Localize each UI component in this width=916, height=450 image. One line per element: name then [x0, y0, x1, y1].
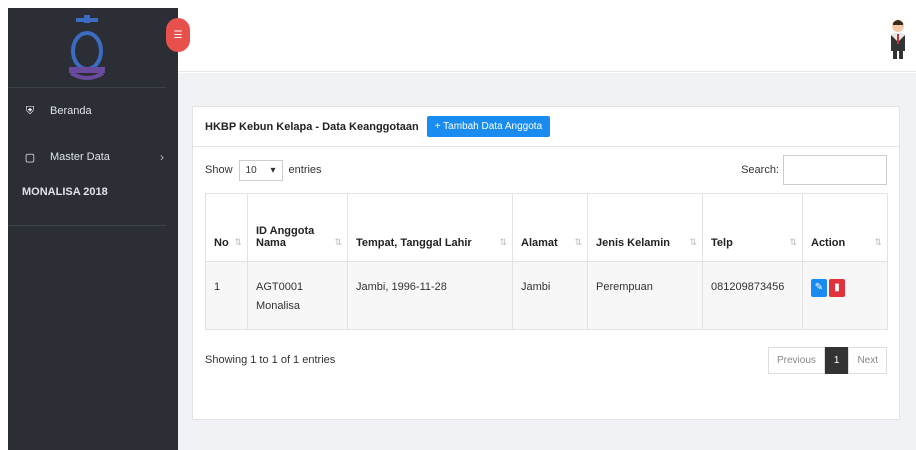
topbar — [178, 0, 916, 72]
cell-alamat: Jambi — [512, 261, 588, 330]
main-content: HKBP Kebun Kelapa - Data Keanggotaan + T… — [178, 73, 916, 450]
delete-button[interactable]: ▮ — [829, 278, 845, 297]
sidebar-item-label: Master Data — [50, 151, 110, 163]
search-input[interactable] — [783, 155, 887, 185]
sort-icon: ⇅ — [574, 237, 582, 247]
table-controls: Show 10 ▾ entries Search: — [193, 147, 899, 193]
sort-icon: ⇅ — [334, 237, 342, 247]
cell-id-nama: AGT0001 Monalisa — [247, 261, 348, 330]
sort-icon: ⇅ — [689, 237, 697, 247]
previous-button[interactable]: Previous — [767, 346, 825, 374]
search-label: Search: — [741, 164, 779, 176]
column-header-id-nama[interactable]: ID Anggota Nama ⇅ — [247, 193, 348, 262]
card-header: HKBP Kebun Kelapa - Data Keanggotaan + T… — [193, 107, 899, 147]
pagination: Previous 1 Next — [767, 346, 887, 374]
entries-select[interactable]: 10 ▾ — [238, 159, 283, 181]
column-header-no[interactable]: No ⇅ — [205, 193, 248, 262]
sort-icon: ⇅ — [499, 237, 507, 247]
edit-button[interactable]: ✎ — [811, 278, 827, 297]
caret-down-icon: ▾ — [270, 164, 276, 176]
edit-icon: ✎ — [814, 282, 824, 293]
cell-action: ✎ ▮ — [802, 261, 888, 330]
sidebar-item-master-data[interactable]: ▢ Master Data › — [8, 134, 178, 180]
sidebar-item-label: Beranda — [50, 105, 92, 117]
entries-value: 10 — [245, 164, 257, 176]
entries-info: Showing 1 to 1 of 1 entries — [205, 354, 336, 366]
sidebar-toggle-button[interactable]: ☰ — [166, 18, 190, 52]
sort-icon: ⇅ — [234, 237, 242, 247]
show-label: Show — [205, 164, 233, 176]
user-avatar[interactable] — [888, 18, 908, 60]
cell-telp: 081209873456 — [702, 261, 803, 330]
next-button[interactable]: Next — [848, 346, 887, 374]
trash-icon: ▮ — [834, 282, 840, 293]
chevron-right-icon: › — [160, 150, 164, 164]
column-header-action[interactable]: Action ⇅ — [802, 193, 888, 262]
page-1-button[interactable]: 1 — [824, 346, 849, 374]
clipboard-icon: ▢ — [24, 151, 36, 164]
members-table: No ⇅ ID Anggota Nama ⇅ Tempat, Tanggal Lahi… — [205, 193, 888, 330]
members-card: HKBP Kebun Kelapa - Data Keanggotaan + T… — [192, 106, 900, 420]
cell-jenis-kelamin: Perempuan — [587, 261, 703, 330]
search-area: Search: — [741, 155, 887, 185]
church-logo — [8, 8, 166, 88]
column-header-alamat[interactable]: Alamat ⇅ — [512, 193, 588, 262]
menu-icon: ☰ — [173, 29, 183, 41]
add-member-button[interactable]: + Tambah Data Anggota — [426, 116, 551, 137]
sidebar-item-beranda[interactable]: ⛨ Beranda — [8, 88, 178, 134]
column-header-ttl[interactable]: Tempat, Tanggal Lahir ⇅ — [347, 193, 513, 262]
column-header-jenis-kelamin[interactable]: Jenis Kelamin ⇅ — [587, 193, 703, 262]
sort-icon: ⇅ — [789, 237, 797, 247]
entries-label: entries — [288, 164, 322, 176]
sort-icon: ⇅ — [874, 237, 882, 247]
sidebar-section-label: MONALISA 2018 — [8, 180, 166, 226]
cell-no: 1 — [205, 261, 248, 330]
cell-ttl: Jambi, 1996-11-28 — [347, 261, 513, 330]
table-row: 1 AGT0001 Monalisa Jambi, 1996-11-28 Jamb… — [205, 261, 888, 330]
home-icon: ⛨ — [25, 104, 35, 117]
card-title: HKBP Kebun Kelapa - Data Keanggotaan — [205, 120, 419, 133]
column-header-telp[interactable]: Telp ⇅ — [702, 193, 803, 262]
sidebar: ⛨ Beranda ▢ Master Data › MONALISA 2018 — [8, 8, 178, 450]
table-footer: Showing 1 to 1 of 1 entries Previous 1 N… — [193, 330, 899, 390]
